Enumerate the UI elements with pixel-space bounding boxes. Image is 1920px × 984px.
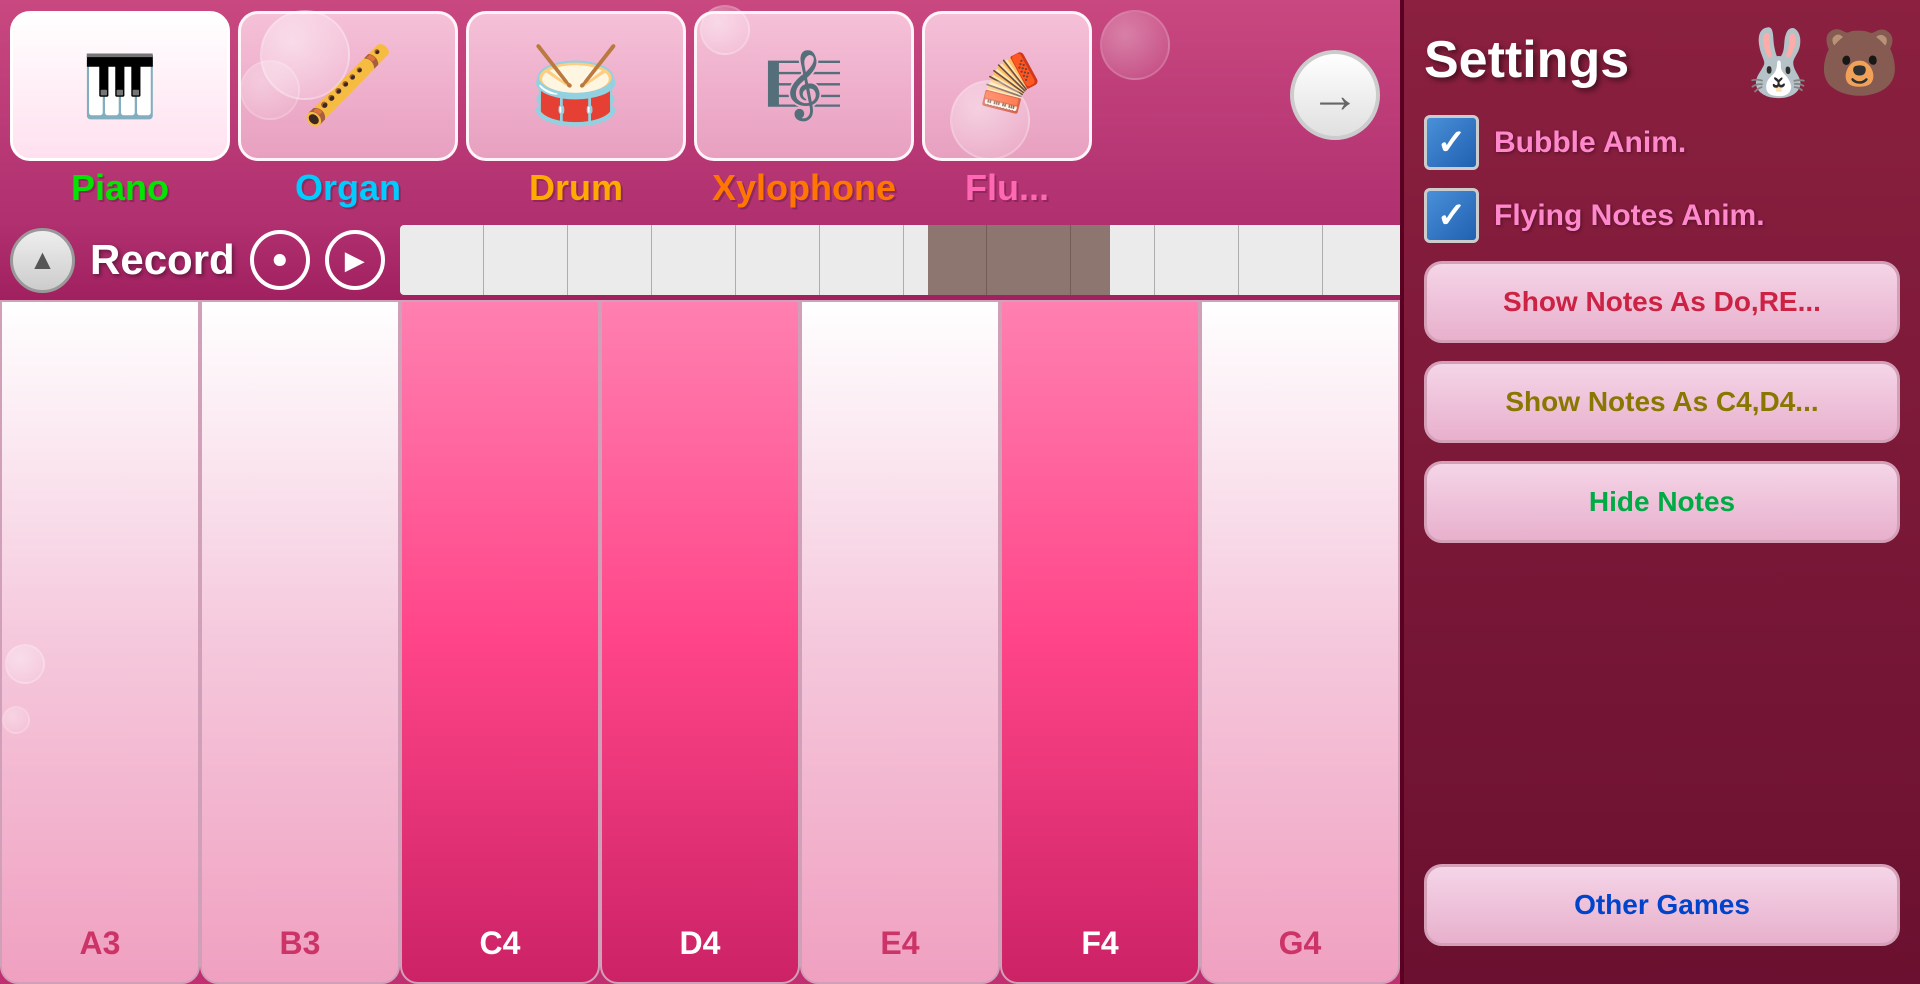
mini-key xyxy=(484,225,568,295)
flying-notes-check-icon: ✓ xyxy=(1437,198,1466,233)
upload-icon: ▲ xyxy=(29,244,57,276)
mini-key xyxy=(1239,225,1323,295)
settings-top-row: Settings 🐰🐻 xyxy=(1424,20,1900,110)
flying-notes-label: Flying Notes Anim. xyxy=(1494,199,1765,233)
flying-notes-checkbox[interactable]: ✓ xyxy=(1424,188,1479,243)
mini-key xyxy=(1155,225,1239,295)
key-f4[interactable]: F4 xyxy=(1000,300,1200,984)
piano-label: Piano xyxy=(71,167,169,209)
mini-key xyxy=(736,225,820,295)
keyboard-highlight xyxy=(928,225,1109,295)
drum-label: Drum xyxy=(529,167,623,209)
instrument-card-organ[interactable]: 🪈 xyxy=(238,11,458,161)
piano-keys-container: A3 B3 C4 D4 E4 F4 G4 xyxy=(0,300,1400,984)
organ-label: Organ xyxy=(295,167,401,209)
key-label-g4: G4 xyxy=(1279,925,1322,962)
play-button[interactable]: ▶ xyxy=(325,230,385,290)
bubble-anim-row: ✓ Bubble Anim. xyxy=(1424,115,1900,170)
hide-notes-button[interactable]: Hide Notes xyxy=(1424,461,1900,543)
bubble-anim-label: Bubble Anim. xyxy=(1494,126,1686,160)
xylophone-label: Xylophone xyxy=(712,167,896,209)
mini-key xyxy=(1323,225,1407,295)
mini-key xyxy=(400,225,484,295)
play-icon: ▶ xyxy=(345,245,365,276)
show-notes-c4-label: Show Notes As C4,D4... xyxy=(1505,386,1818,417)
key-g4[interactable]: G4 xyxy=(1200,300,1400,984)
bubble-5 xyxy=(1100,10,1170,80)
key-label-b3: B3 xyxy=(280,925,321,962)
piano-icon: 🎹 xyxy=(83,51,158,122)
flute-label: Flu... xyxy=(965,167,1049,209)
key-e4[interactable]: E4 xyxy=(800,300,1000,984)
animals-decoration-icon: 🐰🐻 xyxy=(1738,25,1900,101)
key-label-d4: D4 xyxy=(680,925,721,962)
bubble-anim-check-icon: ✓ xyxy=(1437,125,1466,160)
hide-notes-label: Hide Notes xyxy=(1589,486,1735,517)
key-label-c4: C4 xyxy=(480,925,521,962)
key-d4[interactable]: D4 xyxy=(600,300,800,984)
other-games-button[interactable]: Other Games xyxy=(1424,864,1900,946)
instrument-card-drum[interactable]: 🥁 xyxy=(466,11,686,161)
upload-button[interactable]: ▲ xyxy=(10,228,75,293)
record-button[interactable]: ⏺ xyxy=(250,230,310,290)
show-notes-do-re-button[interactable]: Show Notes As Do,RE... xyxy=(1424,261,1900,343)
key-c4[interactable]: C4 xyxy=(400,300,600,984)
instrument-xylophone[interactable]: 🎼 Xylophone xyxy=(694,11,914,209)
xylophone-icon: 🎼 xyxy=(764,48,845,124)
bubble-anim-checkbox[interactable]: ✓ xyxy=(1424,115,1479,170)
key-label-f4: F4 xyxy=(1081,925,1118,962)
instrument-card-xylophone[interactable]: 🎼 xyxy=(694,11,914,161)
flute-icon: 🪗 xyxy=(961,41,1053,132)
arrow-right-icon: → xyxy=(1310,66,1360,124)
key-a3[interactable]: A3 xyxy=(0,300,200,984)
key-label-a3: A3 xyxy=(80,925,121,962)
flying-notes-row: ✓ Flying Notes Anim. xyxy=(1424,188,1900,243)
instrument-flute[interactable]: 🪗 Flu... xyxy=(922,11,1092,209)
keyboard-area: A3 B3 C4 D4 E4 F4 G4 xyxy=(0,300,1400,984)
show-notes-c4-button[interactable]: Show Notes As C4,D4... xyxy=(1424,361,1900,443)
mini-key xyxy=(652,225,736,295)
instrument-piano[interactable]: 🎹 Piano xyxy=(10,11,230,209)
settings-title: Settings xyxy=(1424,30,1629,90)
key-label-e4: E4 xyxy=(880,925,919,962)
instrument-card-flute[interactable]: 🪗 xyxy=(922,11,1092,161)
instrument-organ[interactable]: 🪈 Organ xyxy=(238,11,458,209)
settings-panel: Settings 🐰🐻 ✓ Bubble Anim. ✓ Flying Note… xyxy=(1400,0,1920,984)
organ-icon: 🪈 xyxy=(301,42,394,130)
show-notes-do-re-label: Show Notes As Do,RE... xyxy=(1503,286,1821,317)
record-label: Record xyxy=(90,236,235,284)
record-icon: ⏺ xyxy=(273,244,286,276)
mini-key xyxy=(820,225,904,295)
other-games-label: Other Games xyxy=(1574,889,1750,920)
mini-key xyxy=(568,225,652,295)
key-b3[interactable]: B3 xyxy=(200,300,400,984)
instrument-drum[interactable]: 🥁 Drum xyxy=(466,11,686,209)
next-instrument-button[interactable]: → xyxy=(1290,50,1380,140)
instrument-card-piano[interactable]: 🎹 xyxy=(10,11,230,161)
drum-icon: 🥁 xyxy=(529,42,622,130)
